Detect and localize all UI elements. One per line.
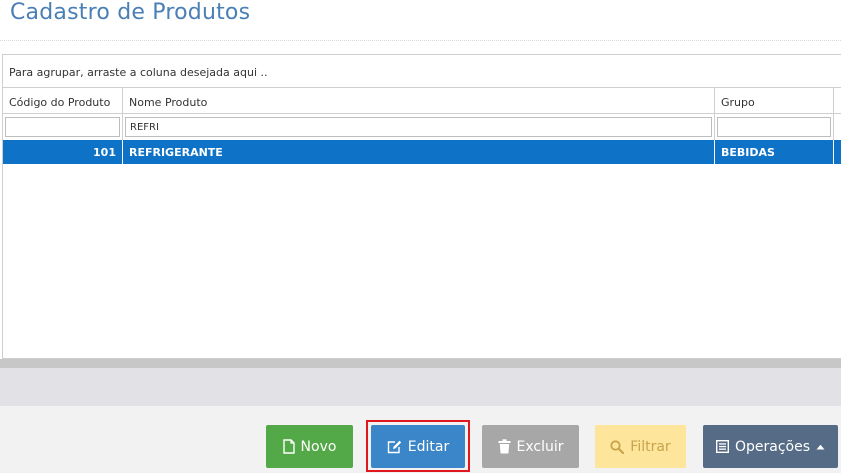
column-header-grupo[interactable]: Grupo — [715, 88, 834, 113]
trash-icon — [498, 439, 511, 454]
grid-filter-row — [3, 114, 841, 140]
cell-extra — [834, 140, 841, 164]
filter-input-nome[interactable] — [125, 117, 712, 137]
new-button-label: Novo — [300, 438, 337, 455]
column-header-codigo[interactable]: Código do Produto — [3, 88, 123, 113]
filter-cell-grupo — [715, 114, 834, 140]
filter-cell-extra — [834, 114, 841, 140]
operations-dropdown-button[interactable]: Operações — [703, 425, 838, 468]
filter-input-codigo[interactable] — [5, 117, 120, 137]
filter-cell-nome — [123, 114, 715, 140]
cell-codigo: 101 — [3, 140, 123, 164]
cell-grupo: BEBIDAS — [715, 140, 834, 164]
grid-footer-area — [0, 368, 841, 406]
page-title: Cadastro de Produtos — [10, 0, 251, 25]
filter-input-grupo[interactable] — [717, 117, 831, 137]
products-grid: Para agrupar, arraste a coluna desejada … — [2, 54, 841, 359]
delete-button-label: Excluir — [516, 438, 564, 455]
operations-button-label: Operações — [734, 438, 811, 455]
list-icon — [715, 440, 729, 453]
filter-button-label: Filtrar — [630, 438, 671, 455]
cell-nome: REFRIGERANTE — [123, 140, 715, 164]
group-by-panel[interactable]: Para agrupar, arraste a coluna desejada … — [3, 55, 841, 88]
product-registration-page: Cadastro de Produtos Para agrupar, arras… — [0, 0, 841, 473]
edit-button-highlight — [366, 420, 470, 472]
grid-header-row: Código do Produto Nome Produto Grupo — [3, 88, 841, 114]
new-button[interactable]: Novo — [266, 425, 353, 468]
caret-up-icon — [816, 444, 825, 450]
filter-cell-codigo — [3, 114, 123, 140]
column-header-extra[interactable] — [834, 88, 841, 113]
search-icon — [610, 439, 625, 454]
delete-button[interactable]: Excluir — [482, 425, 579, 468]
column-header-nome[interactable]: Nome Produto — [123, 88, 715, 113]
filter-button[interactable]: Filtrar — [595, 425, 686, 468]
title-divider — [0, 40, 841, 41]
table-row[interactable]: 101 REFRIGERANTE BEBIDAS — [3, 140, 841, 164]
file-icon — [282, 439, 295, 454]
horizontal-scrollbar[interactable] — [0, 359, 841, 368]
